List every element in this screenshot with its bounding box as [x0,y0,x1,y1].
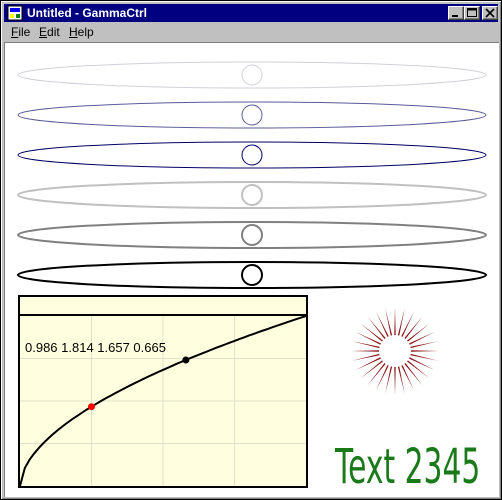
ellipse-row-3 [17,141,487,169]
sunburst-ray-18 [360,323,383,342]
sunburst-ray-12 [360,360,383,379]
sunburst-ray-1 [410,350,439,352]
minimize-button[interactable] [448,6,464,20]
sunburst-ray-16 [352,341,380,349]
sunburst-ray-26 [407,323,430,342]
sunburst-ray-28 [410,341,438,349]
menu-help-label: elp [77,25,94,39]
menu-file[interactable]: File [11,25,30,39]
menu-help-accel: H [69,25,78,39]
maximize-icon [467,8,477,17]
sunburst-ray-15 [351,350,380,352]
sunburst-ray-2 [410,353,438,361]
sunburst-ray-8 [394,366,396,395]
menu-file-label: ile [18,25,31,39]
ellipse-row-1 [17,61,487,89]
sunburst-ray-9 [385,366,393,394]
sunburst-ray-11 [367,363,386,386]
ellipse-row-circle-2 [241,104,263,126]
sunburst-ray-5 [404,363,423,386]
sunburst-ray-21 [385,308,393,336]
sunburst-ray-7 [397,366,405,394]
menu-help[interactable]: Help [69,25,94,39]
sample-text: Text 2345 [334,440,480,495]
sunburst-ray-19 [367,316,386,339]
ellipse-row-circle-6 [241,264,263,286]
app-window: Untitled - GammaCtrl File Edit Help Text… [0,0,502,500]
ellipse-row-circle-4 [241,184,263,206]
menu-edit-accel: E [39,25,48,39]
ellipse-row-circle-1 [241,64,263,86]
ellipse-row-circle-5 [241,224,263,246]
sunburst-ray-23 [397,308,405,336]
gamma-ellipse-rows [17,61,487,289]
gamma-readout: 0.986 1.814 1.657 0.665 [25,340,166,355]
ellipse-row-2 [17,101,487,129]
menu-edit[interactable]: Edit [39,25,60,39]
sunburst-ray-4 [407,360,430,379]
menu-bar: File Edit Help [4,23,498,41]
minimize-icon [452,15,458,17]
sunburst-ray-22 [394,307,396,336]
maximize-button[interactable] [464,6,480,20]
client-area: Text 2345 0.986 1.814 1.657 0.665 [4,42,499,497]
app-icon [7,5,23,21]
gamma-curve-panel[interactable] [18,295,308,488]
drawing-canvas: Text 2345 [17,61,487,495]
close-icon [485,8,495,18]
sunburst-ray-25 [404,316,423,339]
sunburst-graphic [351,307,439,395]
control-point-1[interactable] [88,403,95,411]
title-bar[interactable]: Untitled - GammaCtrl [4,4,498,22]
close-button[interactable] [482,6,498,20]
control-point-2[interactable] [182,356,190,364]
window-title: Untitled - GammaCtrl [27,6,148,20]
ellipse-row-circle-3 [241,144,263,166]
menu-edit-label: dit [47,25,60,39]
sunburst-ray-14 [352,353,380,361]
